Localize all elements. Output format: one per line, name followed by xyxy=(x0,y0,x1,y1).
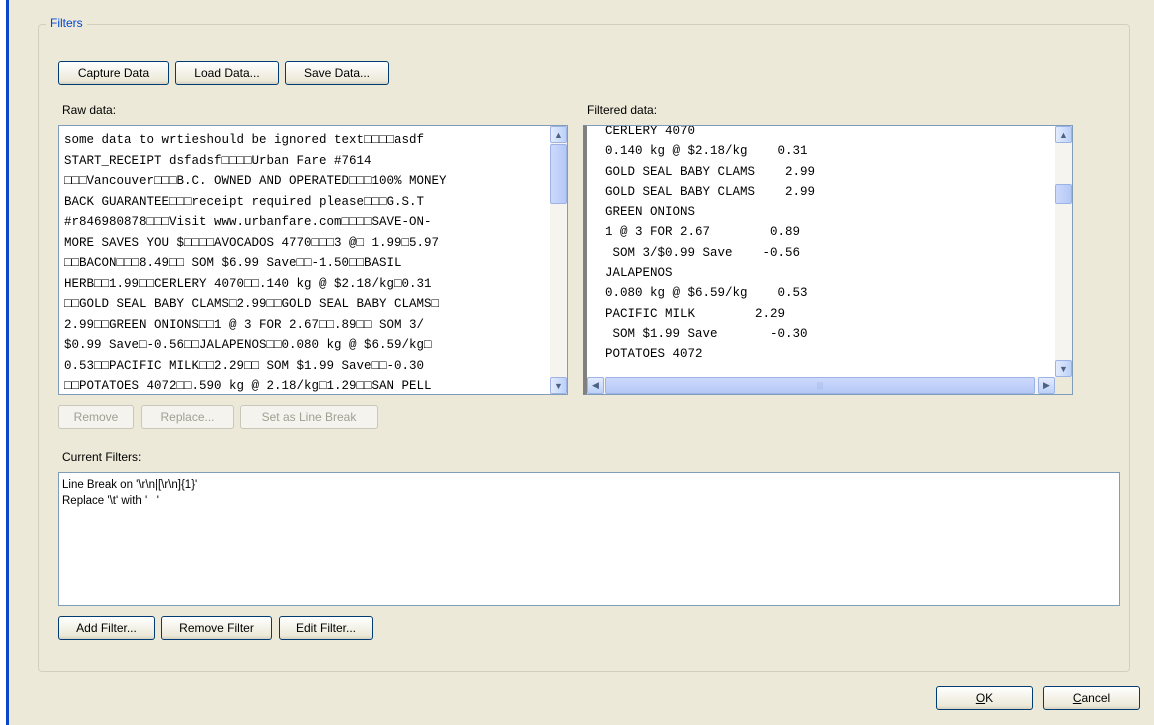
raw-data-line: □□GOLD SEAL BABY CLAMS□2.99□□GOLD SEAL B… xyxy=(64,297,440,311)
replace-button[interactable]: Replace... xyxy=(141,405,234,429)
scroll-down-icon[interactable]: ▼ xyxy=(1055,360,1072,377)
raw-data-line: □□□Vancouver□□□B.C. OWNED AND OPERATED□□… xyxy=(64,174,447,188)
raw-data-line: HERB□□1.99□□CERLERY 4070□□.140 kg @ $2.1… xyxy=(64,276,432,291)
scroll-down-icon[interactable]: ▼ xyxy=(550,377,567,394)
filtered-data-text: CERLERY 4070 0.140 kg @ $2.18/kg 0.31 GOLD… xyxy=(605,125,816,365)
raw-data-line: □□POTATOES 4072□□.590 kg @ 2.18/kg□1.29□… xyxy=(64,379,432,393)
raw-data-line: 2.99□□GREEN ONIONS□□1 @ 3 FOR 2.67□□.89□… xyxy=(64,317,425,332)
add-filter-button[interactable]: Add Filter... xyxy=(58,616,155,640)
filtered-data-textbox[interactable]: CERLERY 4070 0.140 kg @ $2.18/kg 0.31 GOLD… xyxy=(583,125,1073,395)
scroll-corner xyxy=(1055,377,1072,394)
window-left-border xyxy=(0,0,9,725)
remove-filter-button[interactable]: Remove Filter xyxy=(161,616,272,640)
raw-data-label: Raw data: xyxy=(62,103,117,117)
filtered-data-line: SOM $1.99 Save -0.30 xyxy=(605,326,808,341)
remove-button[interactable]: Remove xyxy=(58,405,134,429)
raw-data-line: $0.99 Save□-0.56□□JALAPENOS□□0.080 kg @ … xyxy=(64,338,432,352)
raw-scroll-thumb[interactable] xyxy=(550,144,567,204)
raw-data-line: □□BACON□□□8.49□□ SOM $6.99 Save□□-1.50□□… xyxy=(64,256,402,270)
filtered-data-line: 1 @ 3 FOR 2.67 0.89 xyxy=(605,225,801,240)
filtered-data-line: CERLERY 4070 xyxy=(605,125,696,138)
scroll-right-icon[interactable]: ▶ xyxy=(1038,377,1055,394)
raw-data-text: some data to wrtieshould be ignored text… xyxy=(64,130,447,394)
raw-data-line: some data to wrtieshould be ignored text… xyxy=(64,133,425,147)
filtered-data-line: JALAPENOS xyxy=(605,266,673,281)
scroll-up-icon[interactable]: ▲ xyxy=(1055,126,1072,143)
load-data-button[interactable]: Load Data... xyxy=(175,61,279,85)
cancel-accelerator: C xyxy=(1072,691,1082,705)
filter-list-item[interactable]: Line Break on '\r\n|[\r\n]{1}' xyxy=(59,477,1119,493)
filtered-data-line: GREEN ONIONS xyxy=(605,205,696,220)
set-as-line-break-button[interactable]: Set as Line Break xyxy=(240,405,378,429)
capture-data-button[interactable]: Capture Data xyxy=(58,61,169,85)
cancel-button[interactable]: Cancel xyxy=(1043,686,1140,710)
filtered-data-line: 0.140 kg @ $2.18/kg 0.31 xyxy=(605,144,808,159)
scroll-up-icon[interactable]: ▲ xyxy=(550,126,567,143)
filtered-data-line: POTATOES 4072 xyxy=(605,347,703,362)
filtered-data-line: 0.080 kg @ $6.59/kg 0.53 xyxy=(605,286,808,301)
ok-button[interactable]: OK xyxy=(936,686,1033,710)
filtered-data-vscrollbar[interactable]: ▲ ▼ xyxy=(1055,126,1072,377)
save-data-button[interactable]: Save Data... xyxy=(285,61,389,85)
filtered-data-label: Filtered data: xyxy=(587,103,658,117)
raw-data-line: #r846980878□□□Visit www.urbanfare.com□□□… xyxy=(64,215,432,229)
raw-data-textbox[interactable]: some data to wrtieshould be ignored text… xyxy=(58,125,568,395)
raw-data-line: 0.53□□PACIFIC MILK□□2.29□□ SOM $1.99 Sav… xyxy=(64,358,425,373)
filters-group-title: Filters xyxy=(46,16,87,30)
filter-list-item[interactable]: Replace '\t' with ' ' xyxy=(59,493,1119,509)
cancel-label-rest: ancel xyxy=(1081,691,1111,705)
ok-label-rest: K xyxy=(985,691,994,705)
current-filters-list[interactable]: Line Break on '\r\n|[\r\n]{1}' Replace '\… xyxy=(58,472,1120,606)
scroll-left-icon[interactable]: ◀ xyxy=(587,377,604,394)
raw-data-line: MORE SAVES YOU $□□□□AVOCADOS 4770□□□3 @□… xyxy=(64,235,440,250)
raw-data-vscrollbar[interactable]: ▲ ▼ xyxy=(550,126,567,394)
current-filters-label: Current Filters: xyxy=(62,450,142,464)
raw-data-line: BACK GUARANTEE□□□receipt required please… xyxy=(64,194,425,209)
filtered-data-line: PACIFIC MILK 2.29 xyxy=(605,306,786,321)
filtered-data-line: SOM 3/$0.99 Save -0.56 xyxy=(605,245,801,260)
ok-accelerator: O xyxy=(975,691,986,705)
edit-filter-button[interactable]: Edit Filter... xyxy=(279,616,373,640)
filtered-vscroll-thumb[interactable] xyxy=(1055,184,1072,204)
filtered-data-line: GOLD SEAL BABY CLAMS 2.99 xyxy=(605,164,816,179)
filtered-hscroll-thumb[interactable]: ||| xyxy=(605,377,1035,394)
filtered-data-line: GOLD SEAL BABY CLAMS 2.99 xyxy=(605,184,816,199)
raw-data-line: START_RECEIPT dsfadsf□□□□Urban Fare #761… xyxy=(64,153,372,168)
filtered-data-hscrollbar[interactable]: ◀ ||| ▶ xyxy=(587,377,1055,394)
